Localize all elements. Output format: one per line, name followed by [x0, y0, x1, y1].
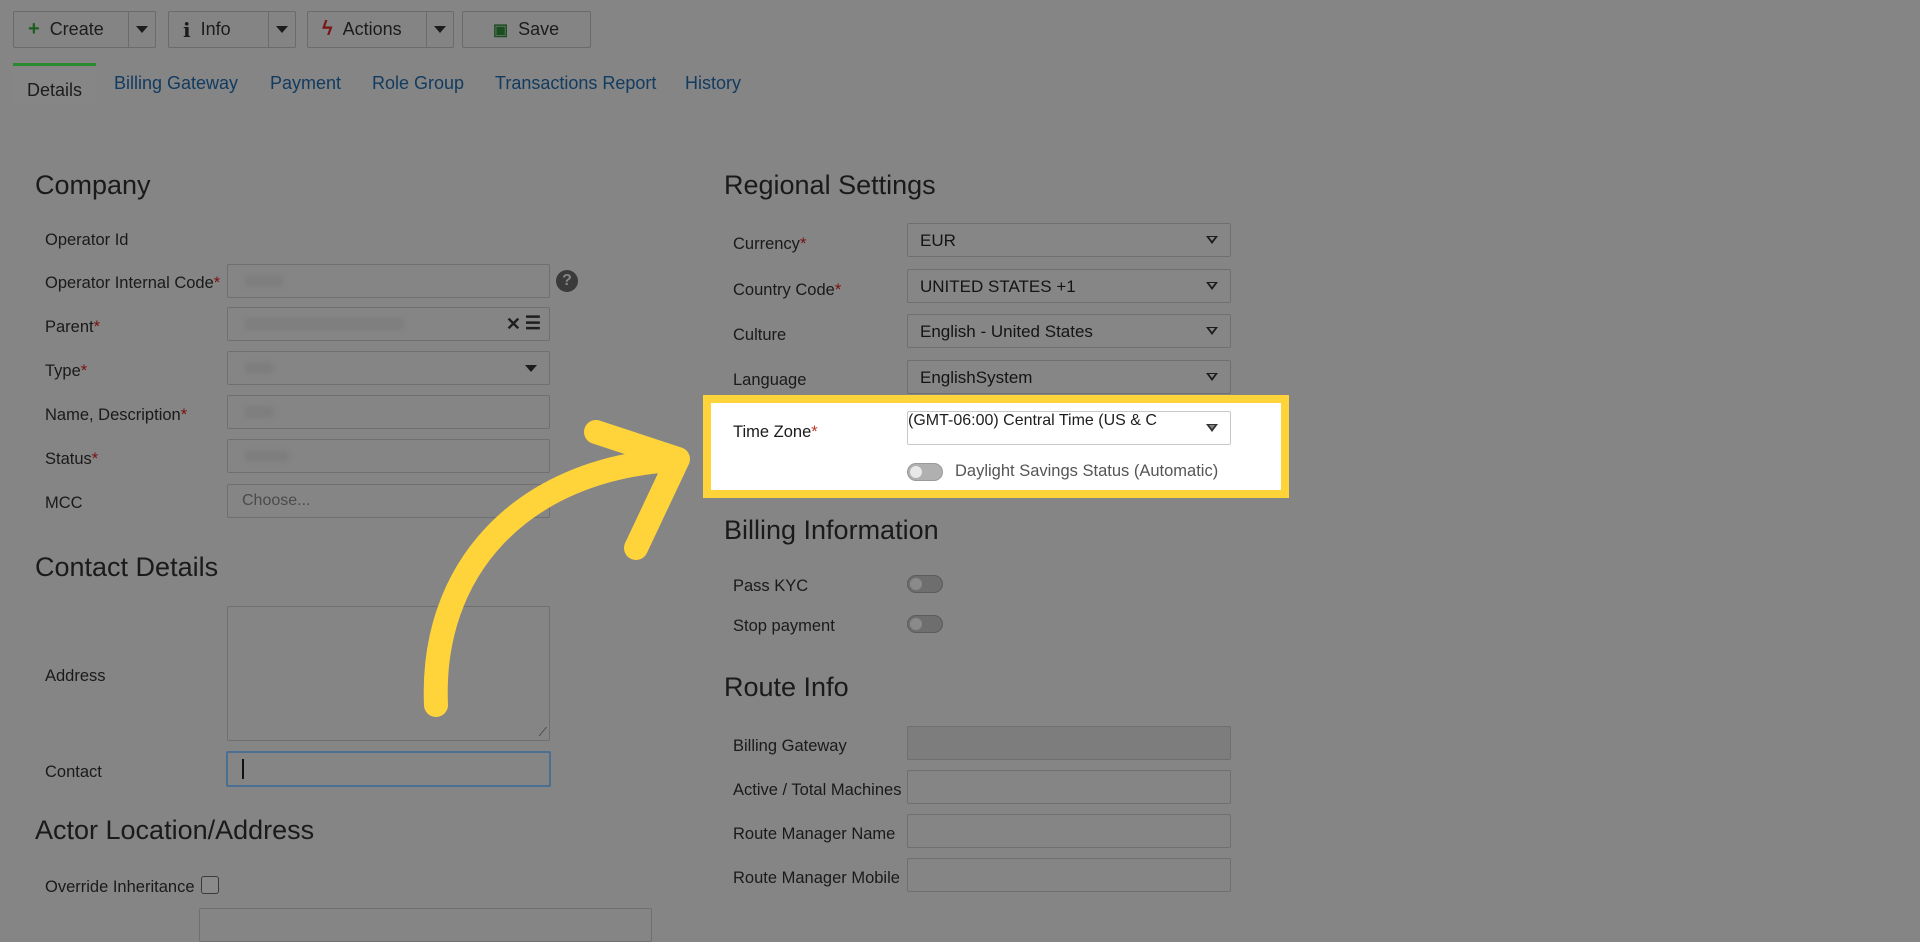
currency-value: EUR [920, 231, 956, 250]
operator-id-label: Operator Id [45, 231, 129, 249]
country-code-value: UNITED STATES +1 [920, 277, 1076, 296]
save-label: Save [518, 19, 560, 39]
regional-settings-title: Regional Settings [724, 170, 936, 200]
language-select[interactable]: EnglishSystem [907, 360, 1231, 394]
language-label: Language [733, 371, 807, 389]
chevron-down-icon [1206, 327, 1218, 335]
culture-select[interactable]: English - United States [907, 314, 1231, 348]
info-dropdown-toggle[interactable] [268, 12, 295, 47]
info-label: Info [200, 19, 231, 39]
name-label: Name, Description* [45, 406, 188, 424]
contact-input[interactable] [226, 751, 551, 787]
timezone-value: (GMT-06:00) Central Time (US & C [908, 412, 1157, 429]
actor-location-title: Actor Location/Address [35, 815, 315, 845]
currency-label: Currency* [733, 235, 807, 253]
internal-code-label: Operator Internal Code* [45, 274, 221, 292]
contact-label: Contact [45, 763, 102, 781]
billing-gateway-field [907, 726, 1231, 760]
mcc-select[interactable]: Choose... [227, 484, 550, 518]
route-manager-mobile-label: Route Manager Mobile [733, 869, 900, 887]
country-code-select[interactable]: UNITED STATES +1 [907, 269, 1231, 303]
save-button[interactable]: ▣ Save [462, 11, 591, 48]
name-field[interactable] [227, 395, 550, 429]
save-icon: ▣ [493, 21, 509, 39]
actions-label: Actions [342, 19, 402, 39]
culture-label: Culture [733, 326, 787, 344]
status-label: Status* [45, 450, 99, 468]
dst-label: Daylight Savings Status (Automatic) [955, 462, 1219, 480]
list-icon[interactable]: ☰ [525, 313, 541, 334]
location-select[interactable] [199, 908, 652, 942]
stop-payment-toggle[interactable] [907, 615, 943, 633]
route-manager-mobile-field[interactable] [907, 858, 1231, 892]
create-label: Create [49, 19, 104, 39]
tab-history[interactable]: History [685, 73, 741, 94]
text-cursor [242, 759, 244, 779]
currency-select[interactable]: EUR [907, 223, 1231, 257]
chevron-down-icon [1206, 424, 1218, 432]
tab-role-group[interactable]: Role Group [372, 73, 464, 94]
timezone-label: Time Zone* [733, 423, 818, 441]
type-label: Type* [45, 362, 88, 380]
type-select[interactable] [227, 351, 550, 385]
lightning-icon: ϟ [322, 18, 333, 40]
machines-field [907, 770, 1231, 804]
chevron-down-icon [1206, 282, 1218, 290]
info-icon: i [183, 17, 191, 42]
chevron-down-icon [1206, 373, 1218, 381]
route-manager-name-label: Route Manager Name [733, 825, 896, 843]
billing-gateway-label: Billing Gateway [733, 737, 847, 755]
language-value: EnglishSystem [920, 368, 1033, 387]
billing-information-title: Billing Information [724, 515, 939, 545]
pass-kyc-toggle[interactable] [907, 575, 943, 593]
address-label: Address [45, 667, 106, 685]
culture-value: English - United States [920, 322, 1093, 341]
help-icon[interactable]: ? [556, 270, 578, 292]
override-inheritance-label: Override Inheritance [45, 878, 195, 896]
tab-payment[interactable]: Payment [270, 73, 341, 94]
mcc-label: MCC [45, 494, 83, 512]
chevron-down-icon [276, 26, 288, 33]
mcc-placeholder: Choose... [242, 492, 311, 509]
route-info-title: Route Info [724, 672, 849, 702]
override-inheritance-checkbox[interactable] [201, 876, 219, 894]
tab-bar: Details Billing Gateway Payment Role Gro… [13, 63, 1920, 105]
chevron-down-icon [525, 498, 537, 505]
chevron-down-icon [1206, 236, 1218, 244]
company-title: Company [35, 170, 151, 200]
clear-icon[interactable]: ✕ [506, 314, 521, 335]
status-select[interactable] [227, 439, 550, 473]
internal-code-field[interactable] [227, 264, 550, 298]
parent-label: Parent* [45, 318, 101, 336]
create-dropdown-toggle[interactable] [128, 12, 155, 47]
tab-details[interactable]: Details [13, 63, 97, 105]
timezone-select[interactable]: (GMT-06:00) Central Time (US & C [907, 411, 1231, 445]
pass-kyc-label: Pass KYC [733, 577, 809, 595]
tab-transactions-report[interactable]: Transactions Report [495, 73, 656, 94]
country-code-label: Country Code* [733, 281, 842, 299]
chevron-down-icon [434, 26, 446, 33]
resize-handle-icon[interactable]: ⟋ [539, 725, 547, 740]
chevron-down-icon [525, 365, 537, 372]
timezone-highlight: Time Zone* (GMT-06:00) Central Time (US … [703, 395, 1289, 498]
chevron-down-icon [136, 26, 148, 33]
stop-payment-label: Stop payment [733, 617, 835, 635]
info-button[interactable]: i Info [168, 11, 296, 48]
parent-field[interactable]: ✕ ☰ [227, 307, 550, 341]
plus-icon: + [28, 18, 40, 40]
machines-label: Active / Total Machines [733, 781, 902, 799]
create-button[interactable]: + Create [13, 11, 156, 48]
dst-toggle[interactable] [907, 463, 943, 481]
tab-billing-gateway[interactable]: Billing Gateway [114, 73, 238, 94]
contact-details-title: Contact Details [35, 552, 219, 582]
route-manager-name-field[interactable] [907, 814, 1231, 848]
actions-button[interactable]: ϟ Actions [307, 11, 454, 48]
address-textarea[interactable]: ⟋ [227, 606, 550, 741]
actions-dropdown-toggle[interactable] [426, 12, 453, 47]
